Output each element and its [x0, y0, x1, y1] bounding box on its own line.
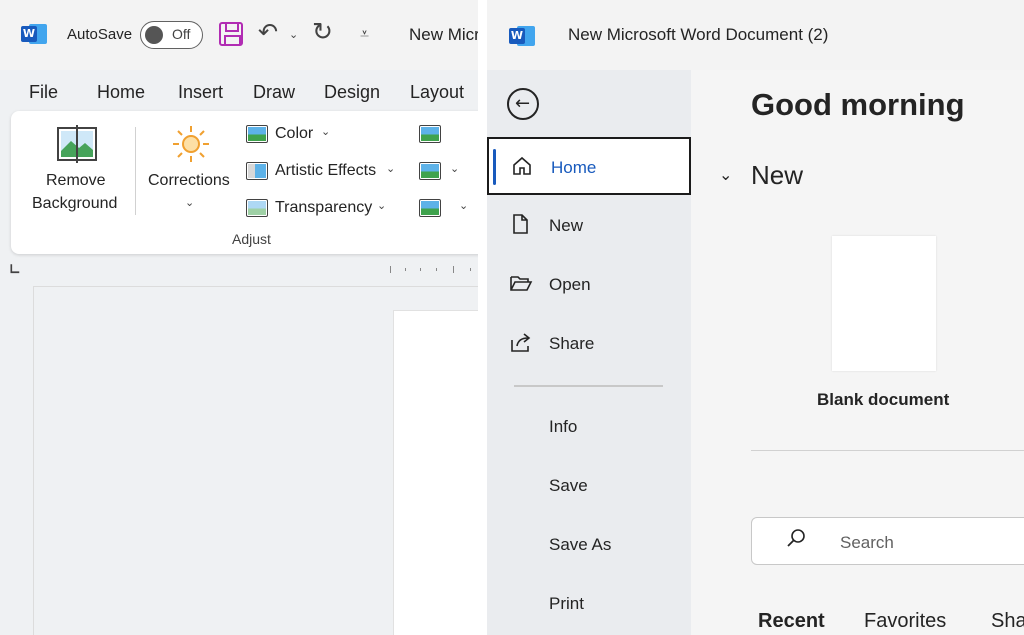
transparency-icon[interactable] — [246, 199, 268, 217]
transparency-label[interactable]: Transparency — [275, 199, 372, 217]
remove-background-button[interactable]: Remove Background — [25, 121, 125, 221]
word-document-window: W AutoSave Off ↶ ⌄ ↻ ⩡ New Micr File Hom… — [0, 0, 478, 635]
folder-open-icon — [510, 276, 533, 291]
artistic-effects-icon[interactable] — [246, 162, 268, 180]
color-icon[interactable] — [246, 125, 268, 143]
search-input[interactable]: Search — [751, 517, 1024, 565]
search-icon — [787, 529, 805, 547]
selected-indicator — [493, 149, 496, 185]
redo-icon[interactable]: ↻ — [312, 17, 333, 46]
nav-label: Save As — [549, 535, 612, 554]
nav-separator — [514, 385, 663, 387]
reset-picture-icon[interactable] — [419, 199, 441, 217]
nav-label: Print — [549, 594, 584, 613]
collapse-chevron-icon[interactable]: ⌄ — [719, 165, 732, 184]
panel-divider — [478, 0, 487, 635]
autosave-label: AutoSave — [67, 26, 133, 43]
document-page[interactable] — [393, 310, 478, 635]
document-title: New Micr — [409, 25, 478, 44]
artistic-effects-label[interactable]: Artistic Effects — [275, 162, 376, 180]
remove-background-label-line2: Background — [32, 195, 118, 212]
nav-item-home[interactable]: Home — [487, 137, 691, 195]
tab-stop-selector-icon[interactable]: ∟ — [9, 262, 21, 278]
color-dropdown-icon[interactable]: ⌄ — [321, 125, 330, 138]
nav-item-share[interactable]: Share — [487, 315, 691, 373]
remove-background-label-line1: Remove — [46, 172, 106, 189]
color-label[interactable]: Color — [275, 125, 313, 143]
nav-item-save[interactable]: Save — [487, 457, 691, 515]
compress-pictures-icon[interactable] — [419, 125, 441, 143]
nav-item-save-as[interactable]: Save As — [487, 516, 691, 574]
save-icon[interactable] — [219, 22, 243, 46]
back-arrow-icon: ← — [515, 93, 531, 114]
artistic-effects-dropdown-icon[interactable]: ⌄ — [386, 162, 395, 175]
backstage-home-content: Good morning ⌄ New Blank document Search… — [691, 70, 1024, 635]
autosave-toggle[interactable]: Off — [140, 21, 203, 49]
tab-insert[interactable]: Insert — [178, 82, 223, 103]
ribbon-tabs: File Home Insert Draw Design Layout — [0, 70, 478, 112]
document-title: New Microsoft Word Document (2) — [568, 25, 829, 44]
vertical-ruler — [33, 286, 34, 635]
undo-icon[interactable]: ↶ — [258, 18, 278, 46]
word-app-icon: W — [509, 24, 535, 48]
backstage-nav: ← Home New Open Share Info Save Save As … — [487, 70, 691, 635]
ruler-baseline — [34, 286, 478, 287]
customize-toolbar-icon[interactable]: ⩡ — [360, 24, 369, 44]
nav-item-print[interactable]: Print — [487, 575, 691, 633]
remove-background-icon — [57, 125, 97, 163]
blank-document-label[interactable]: Blank document — [817, 390, 949, 410]
reset-picture-dropdown-icon[interactable]: ⌄ — [459, 199, 468, 212]
change-picture-dropdown-icon[interactable]: ⌄ — [450, 162, 459, 175]
nav-label: Share — [549, 334, 595, 353]
toggle-knob — [145, 26, 163, 44]
tab-home[interactable]: Home — [97, 82, 145, 103]
change-picture-icon[interactable] — [419, 162, 441, 180]
corrections-button[interactable]: Corrections ⌄ — [145, 121, 237, 221]
horizontal-ruler — [0, 254, 478, 287]
transparency-dropdown-icon[interactable]: ⌄ — [377, 199, 386, 212]
share-icon — [511, 333, 531, 352]
nav-label: Info — [549, 417, 578, 436]
title-bar: W New Microsoft Word Document (2) — [487, 0, 1024, 70]
tab-favorites[interactable]: Favorites — [864, 610, 946, 633]
nav-label: New — [549, 216, 584, 235]
sun-icon — [173, 126, 209, 162]
picture-format-ribbon: Remove Background Corrections ⌄ Color ⌄ — [11, 111, 478, 254]
tab-design[interactable]: Design — [324, 82, 380, 103]
nav-label: Open — [549, 275, 591, 294]
group-separator — [135, 127, 136, 215]
autosave-state: Off — [172, 26, 191, 42]
home-icon — [513, 156, 531, 175]
undo-dropdown-icon[interactable]: ⌄ — [289, 28, 298, 41]
adjust-group-label: Adjust — [232, 231, 271, 247]
nav-item-open[interactable]: Open — [487, 256, 691, 314]
new-section-heading[interactable]: New — [751, 160, 803, 191]
nav-item-new[interactable]: New — [487, 197, 691, 255]
tab-recent[interactable]: Recent — [758, 610, 825, 633]
tab-layout[interactable]: Layout — [410, 82, 464, 103]
greeting-heading: Good morning — [751, 87, 965, 122]
corrections-label: Corrections — [148, 172, 230, 189]
backstage-window: W New Microsoft Word Document (2) ← Home… — [487, 0, 1024, 635]
tab-shared[interactable]: Sha — [991, 610, 1024, 633]
section-divider — [751, 450, 1024, 451]
new-doc-icon — [513, 214, 528, 234]
search-placeholder: Search — [840, 533, 894, 552]
tab-file[interactable]: File — [29, 82, 58, 103]
tab-draw[interactable]: Draw — [253, 82, 295, 103]
back-button[interactable]: ← — [507, 88, 539, 120]
word-app-icon: W — [21, 22, 47, 46]
nav-item-info[interactable]: Info — [487, 398, 691, 456]
nav-label: Home — [551, 158, 597, 177]
corrections-dropdown-icon: ⌄ — [185, 196, 195, 209]
nav-label: Save — [549, 476, 588, 495]
blank-document-thumbnail[interactable] — [832, 236, 936, 371]
title-bar: W AutoSave Off ↶ ⌄ ↻ ⩡ New Micr — [0, 0, 478, 70]
